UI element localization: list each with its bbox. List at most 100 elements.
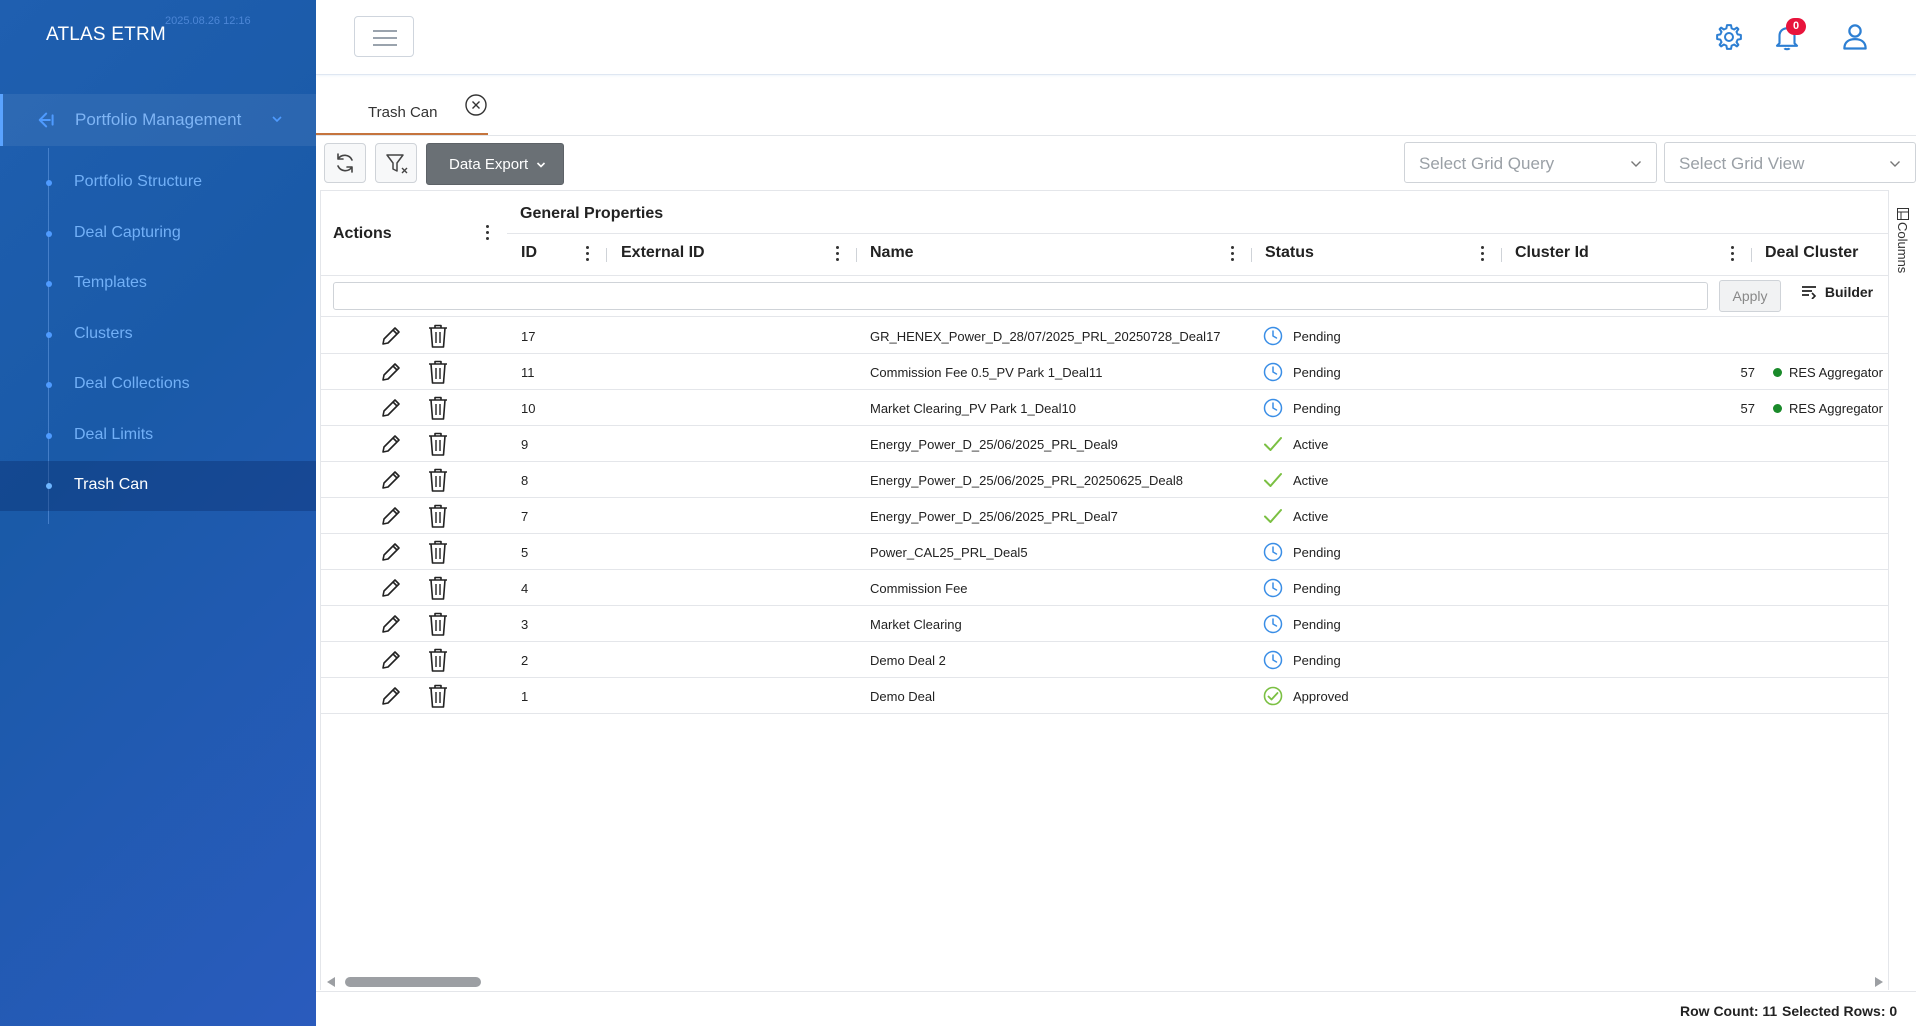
- sidebar-item-trash-can[interactable]: Trash Can: [0, 461, 316, 511]
- menu-icon: [373, 30, 397, 32]
- apply-button[interactable]: Apply: [1719, 280, 1781, 312]
- columns-panel-label: Columns: [1895, 222, 1910, 274]
- column-header-external-id[interactable]: External ID: [621, 244, 705, 262]
- cell-status: Pending: [1293, 401, 1341, 416]
- sidebar: ATLAS ETRM 2025.08.26 12:16 Portfolio Ma…: [0, 0, 316, 1026]
- table-row[interactable]: 7 Energy_Power_D_25/06/2025_PRL_Deal7 Acti…: [321, 498, 1889, 534]
- builder-label: Builder: [1824, 284, 1874, 300]
- data-export-label: Data Export: [449, 156, 529, 173]
- sidebar-item-templates[interactable]: Templates: [0, 259, 316, 309]
- column-header-id[interactable]: ID: [521, 244, 537, 262]
- menu-icon: [373, 44, 397, 46]
- refresh-button[interactable]: [324, 143, 366, 183]
- scroll-left-icon[interactable]: [327, 977, 335, 987]
- cell-id: 2: [521, 653, 529, 668]
- edit-icon[interactable]: [379, 504, 403, 528]
- column-header-name[interactable]: Name: [870, 244, 914, 262]
- trash-icon[interactable]: [427, 647, 449, 673]
- cell-status: Pending: [1293, 329, 1341, 344]
- edit-icon[interactable]: [379, 324, 403, 348]
- bullet-icon: [46, 382, 52, 388]
- filter-clear-icon: [386, 154, 408, 174]
- trash-icon[interactable]: [427, 359, 449, 385]
- edit-icon[interactable]: [379, 540, 403, 564]
- chevron-down-icon: [1890, 161, 1900, 167]
- gear-icon[interactable]: [1714, 22, 1744, 52]
- builder-button[interactable]: Builder: [1801, 284, 1873, 300]
- close-icon[interactable]: [464, 93, 488, 117]
- trash-icon[interactable]: [427, 683, 449, 709]
- table-row[interactable]: 3 Market Clearing Pending: [321, 606, 1889, 642]
- cell-status: Active: [1293, 509, 1329, 524]
- clock-icon: [1263, 326, 1283, 346]
- sidebar-item-portfolio-management[interactable]: Portfolio Management: [0, 94, 316, 146]
- tab-trash-can[interactable]: Trash Can: [316, 76, 488, 135]
- column-menu-icon[interactable]: [1231, 246, 1235, 262]
- table-row[interactable]: 8 Energy_Power_D_25/06/2025_PRL_20250625_…: [321, 462, 1889, 498]
- edit-icon[interactable]: [379, 576, 403, 600]
- edit-icon[interactable]: [379, 396, 403, 420]
- column-header-status[interactable]: Status: [1265, 244, 1314, 262]
- table-row[interactable]: 17 GR_HENEX_Power_D_28/07/2025_PRL_202507…: [321, 318, 1889, 354]
- trash-icon[interactable]: [427, 611, 449, 637]
- column-menu-icon[interactable]: [1731, 246, 1735, 262]
- trash-icon[interactable]: [427, 503, 449, 529]
- menu-toggle-button[interactable]: [354, 16, 414, 57]
- table-row[interactable]: 11 Commission Fee 0.5_PV Park 1_Deal11 Pen…: [321, 354, 1889, 390]
- column-header-cluster-id[interactable]: Cluster Id: [1515, 244, 1589, 262]
- cell-id: 11: [521, 365, 535, 380]
- column-menu-icon[interactable]: [1481, 246, 1485, 262]
- grid-query-select[interactable]: Select Grid Query: [1404, 142, 1657, 183]
- trash-icon[interactable]: [427, 323, 449, 349]
- edit-icon[interactable]: [379, 360, 403, 384]
- data-export-button[interactable]: Data Export: [426, 143, 564, 185]
- edit-icon[interactable]: [379, 684, 403, 708]
- scroll-right-icon[interactable]: [1875, 977, 1883, 987]
- column-menu-icon[interactable]: [586, 246, 590, 262]
- sidebar-item-clusters[interactable]: Clusters: [0, 310, 316, 360]
- check-icon: [1263, 434, 1283, 454]
- column-separator[interactable]: [606, 248, 607, 262]
- column-menu-icon[interactable]: [836, 246, 840, 262]
- horizontal-scrollbar[interactable]: [321, 972, 1889, 990]
- cell-name: Market Clearing_PV Park 1_Deal10: [870, 401, 1076, 416]
- column-separator[interactable]: [856, 248, 857, 262]
- sidebar-item-label: Templates: [74, 274, 147, 291]
- query-filter-input[interactable]: [333, 282, 1708, 310]
- trash-icon[interactable]: [427, 575, 449, 601]
- trash-icon[interactable]: [427, 467, 449, 493]
- table-row[interactable]: 1 Demo Deal Approved: [321, 678, 1889, 714]
- user-icon[interactable]: [1840, 20, 1870, 52]
- clear-filter-button[interactable]: [375, 143, 417, 183]
- table-row[interactable]: 5 Power_CAL25_PRL_Deal5 Pending: [321, 534, 1889, 570]
- check-circle-icon: [1263, 686, 1283, 706]
- grid-header-group: Actions General Properties: [321, 191, 1889, 242]
- column-header-deal-cluster[interactable]: Deal Cluster: [1765, 244, 1858, 262]
- grid-query-placeholder: Select Grid Query: [1419, 154, 1555, 173]
- edit-icon[interactable]: [379, 432, 403, 456]
- edit-icon[interactable]: [379, 468, 403, 492]
- trash-icon[interactable]: [427, 431, 449, 457]
- sidebar-item-deal-collections[interactable]: Deal Collections: [0, 360, 316, 410]
- grid-view-select[interactable]: Select Grid View: [1664, 142, 1916, 183]
- scrollbar-thumb[interactable]: [345, 977, 481, 987]
- table-row[interactable]: 4 Commission Fee Pending: [321, 570, 1889, 606]
- sidebar-item-deal-capturing[interactable]: Deal Capturing: [0, 209, 316, 259]
- trash-icon[interactable]: [427, 539, 449, 565]
- column-separator[interactable]: [1501, 248, 1502, 262]
- edit-icon[interactable]: [379, 648, 403, 672]
- table-row[interactable]: 9 Energy_Power_D_25/06/2025_PRL_Deal9 Acti…: [321, 426, 1889, 462]
- table-row[interactable]: 2 Demo Deal 2 Pending: [321, 642, 1889, 678]
- sidebar-item-deal-limits[interactable]: Deal Limits: [0, 411, 316, 461]
- trash-icon[interactable]: [427, 395, 449, 421]
- column-separator[interactable]: [1751, 248, 1752, 262]
- edit-icon[interactable]: [379, 612, 403, 636]
- bullet-icon: [46, 180, 52, 186]
- deals-grid: Actions General Properties ID External I…: [320, 190, 1889, 990]
- columns-side-panel-tab[interactable]: Columns: [1888, 190, 1916, 990]
- column-separator[interactable]: [1251, 248, 1252, 262]
- table-row[interactable]: 10 Market Clearing_PV Park 1_Deal10 Pendin…: [321, 390, 1889, 426]
- refresh-icon: [337, 153, 353, 173]
- sidebar-item-portfolio-structure[interactable]: Portfolio Structure: [0, 158, 316, 208]
- chevron-down-icon: [272, 116, 282, 123]
